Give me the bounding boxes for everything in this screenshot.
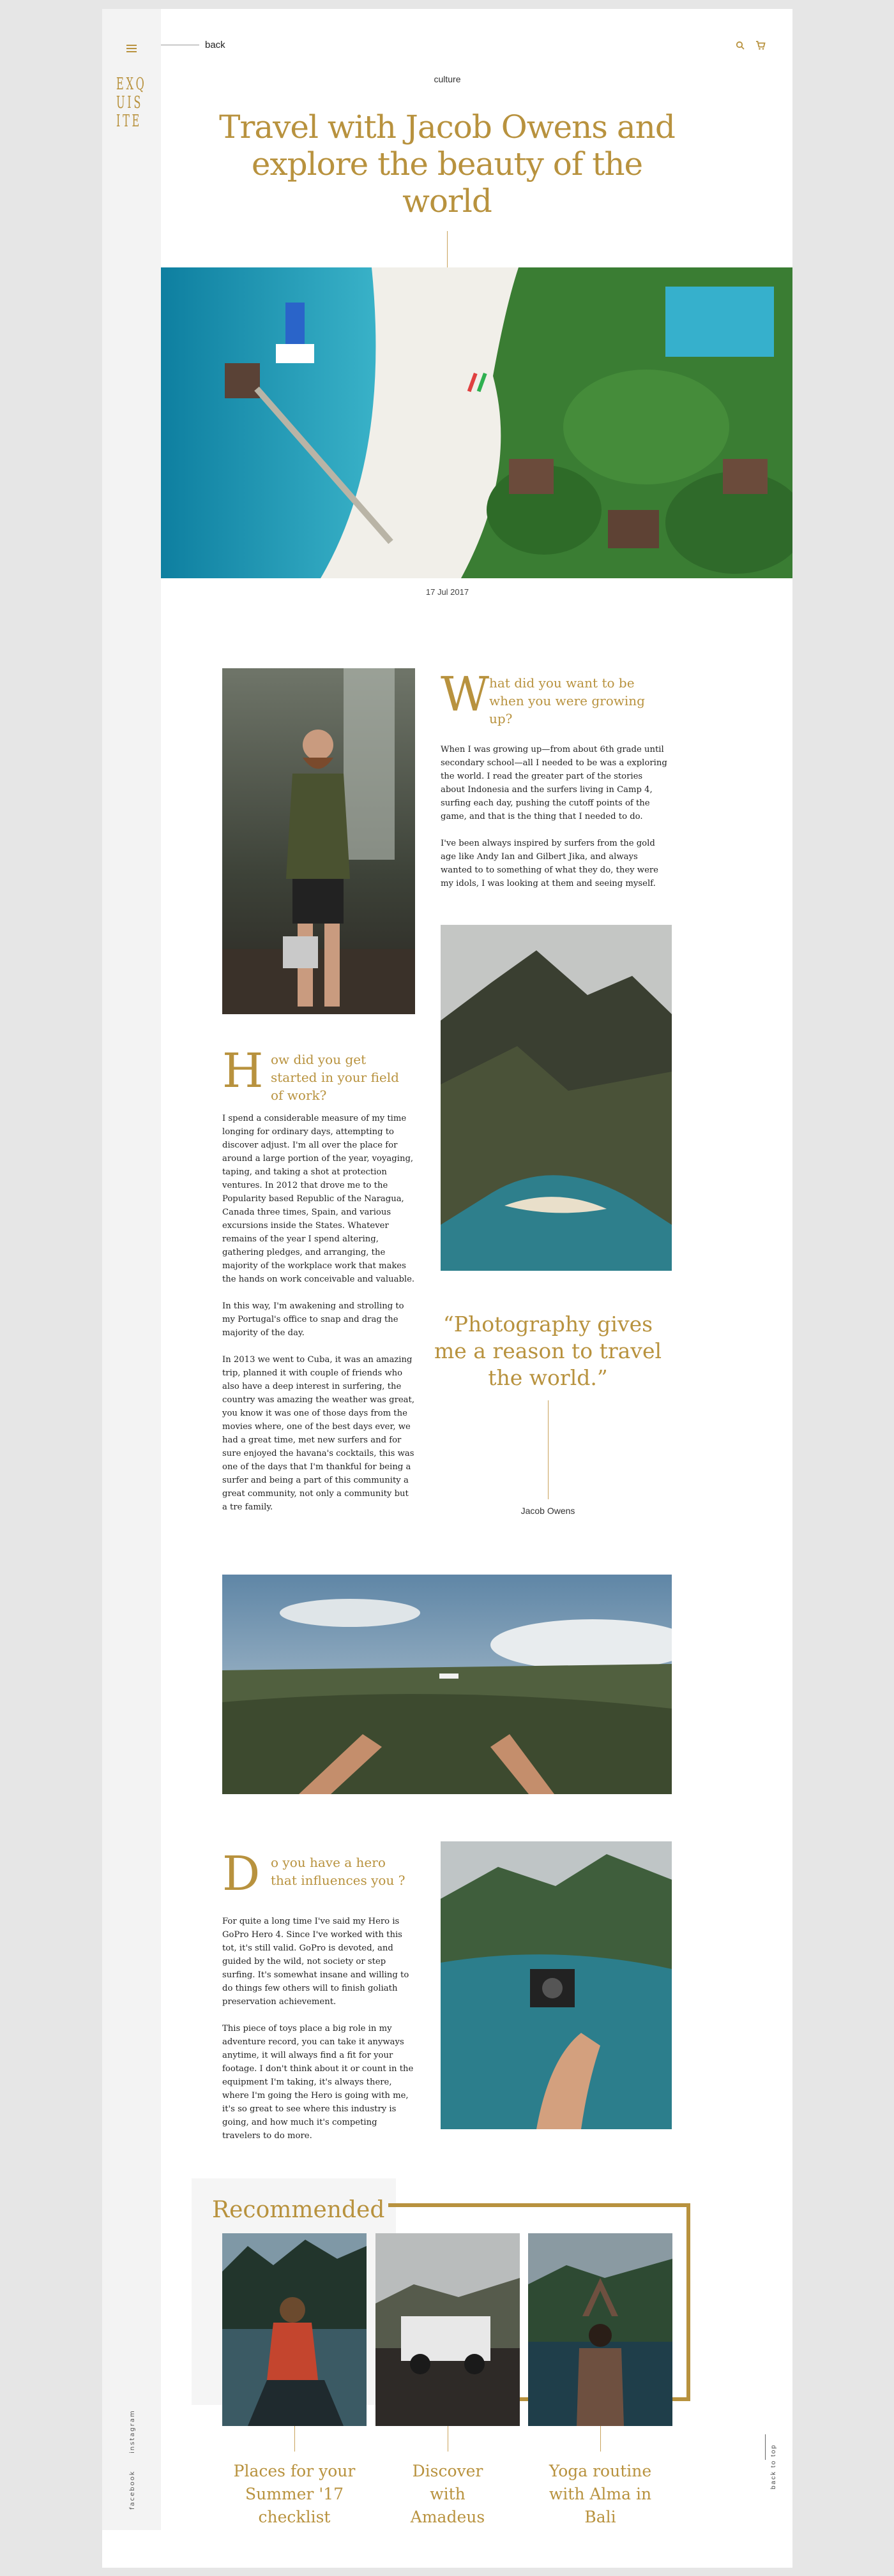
answer-what: When I was growing up—from about 6th gra… [441,743,667,904]
quote-divider [548,1400,549,1499]
logo-line: ITE [116,112,142,131]
question-how: H ow did you get started in your field o… [222,1045,414,1104]
paragraph: In this way, I'm awakening and strolling… [222,1301,404,1338]
rec-divider [294,2426,295,2452]
back-to-top-line [765,2434,766,2460]
rec-card-title[interactable]: Yoga routine with Alma in Bali [547,2460,653,2529]
paragraph: I spend a considerable measure of my tim… [222,1114,415,1284]
rec-card-title[interactable]: Places for your Summer '17 checklist [216,2460,373,2529]
drone-landscape-photo [222,1575,672,1794]
back-link[interactable]: back [205,40,225,50]
title-divider [447,231,448,267]
mountain-coast-photo [441,925,672,1271]
gopro-photo [441,1841,672,2129]
answer-hero: For quite a long time I've said my Hero … [222,1915,415,2156]
back-to-top-link[interactable]: back to top [770,2444,777,2489]
portrait-photo [222,668,415,1014]
article-date: 17 Jul 2017 [425,587,469,597]
hamburger-menu-icon[interactable] [126,45,137,52]
rec-card-image-kayak[interactable] [222,2233,367,2426]
dropcap: D [222,1846,261,1901]
rec-card-image-car[interactable] [375,2233,520,2426]
recommended-title: Recommended [212,2197,389,2223]
hero-image [161,267,792,578]
rec-divider [600,2426,601,2452]
article-category: culture [434,74,461,84]
paragraph: In 2013 we went to Cuba, it was an amazi… [222,1355,415,1512]
rec-card-image-yoga[interactable] [528,2233,672,2426]
quote-author: Jacob Owens [520,1506,575,1516]
search-icon[interactable] [736,41,745,50]
paragraph: I've been always inspired by surfers fro… [441,839,658,888]
dropcap: H [222,1044,264,1098]
rec-card-title[interactable]: Discover with Amadeus [401,2460,494,2529]
answer-how: I spend a considerable measure of my tim… [222,1112,415,1527]
question-hero: D o you have a hero that influences you … [222,1848,414,1899]
logo-line: UIS [116,93,144,112]
facebook-link[interactable]: facebook [129,2470,136,2510]
dropcap: W [441,667,490,722]
paragraph: For quite a long time I've said my Hero … [222,1917,409,2007]
article-title: Travel with Jacob Owens and explore the … [219,109,676,220]
cart-icon[interactable] [755,40,766,50]
instagram-link[interactable]: instagram [129,2409,136,2453]
pull-quote: “Photography gives me a reason to travel… [434,1312,662,1390]
paragraph: This piece of toys place a big role in m… [222,2024,414,2141]
paragraph: When I was growing up—from about 6th gra… [441,745,667,821]
left-rail: EXQ UIS ITE facebook instagram [102,9,161,2530]
article-page: EXQ UIS ITE facebook instagram back cult… [102,9,792,2568]
question-what: W hat did you want to be when you were g… [441,669,670,728]
